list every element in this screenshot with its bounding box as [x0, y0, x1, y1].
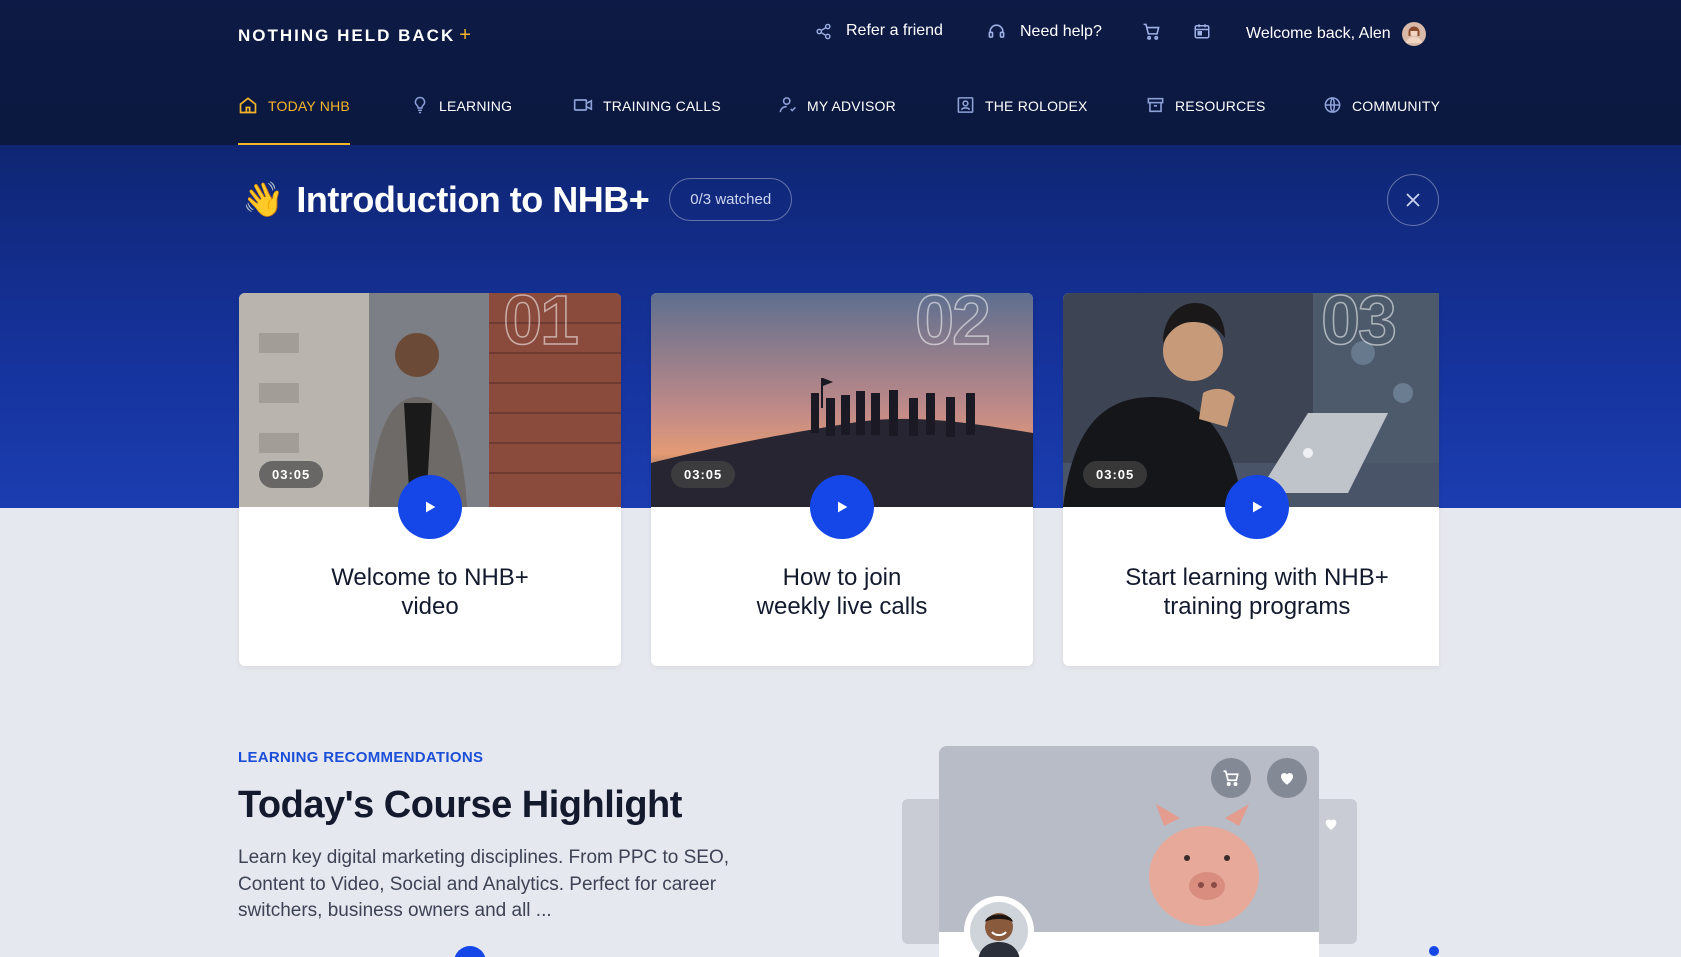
video-number: 01 [502, 293, 579, 359]
video-number: 02 [914, 293, 991, 359]
intro-title: Introduction to NHB+ [296, 178, 650, 220]
video-title-line: weekly live calls [756, 593, 928, 620]
play-button[interactable] [398, 475, 462, 539]
video-title-line: video [401, 593, 459, 620]
box-icon [1147, 97, 1164, 113]
heart-icon [1325, 819, 1337, 830]
video-icon [573, 99, 593, 111]
contacts-icon [957, 97, 974, 113]
watched-badge: 0/3 watched [669, 178, 793, 221]
globe-icon [1324, 97, 1341, 113]
video-card-3[interactable]: 03 03:05 Start learning with NHB+ trainin… [1063, 293, 1439, 666]
heart-icon [1280, 772, 1294, 785]
tab-label: MY ADVISOR [807, 98, 896, 114]
close-icon [1406, 193, 1420, 207]
video-duration: 03:05 [1083, 461, 1148, 488]
wave-emoji: 👋 [242, 180, 285, 219]
brand-plus: + [459, 24, 473, 46]
close-button[interactable] [1387, 174, 1439, 226]
main-nav: TODAY NHB LEARNING TRAINING CALLS MY ADV… [238, 88, 1440, 145]
calendar-button[interactable] [1193, 22, 1225, 40]
video-number: 03 [1320, 293, 1397, 359]
tab-resources[interactable]: RESOURCES [1146, 88, 1265, 145]
cart-icon [1143, 23, 1160, 40]
tab-label: TRAINING CALLS [603, 98, 721, 114]
tab-label: THE ROLODEX [985, 98, 1088, 114]
tab-community[interactable]: COMMUNITY [1323, 88, 1440, 145]
carousel-indicator[interactable] [1429, 946, 1439, 956]
favorite-button[interactable] [1267, 758, 1307, 798]
help-link[interactable]: Need help? [987, 22, 1102, 41]
bulb-icon [414, 96, 426, 114]
video-title-line: Start learning with NHB+ [1125, 564, 1389, 591]
share-icon [816, 23, 831, 39]
refer-label: Refer a friend [846, 22, 943, 39]
play-icon [838, 501, 848, 513]
video-duration: 03:05 [671, 461, 736, 488]
tab-label: RESOURCES [1175, 98, 1266, 114]
tab-my-advisor[interactable]: MY ADVISOR [778, 88, 896, 145]
tab-learning[interactable]: LEARNING [411, 88, 512, 145]
instructor-avatar [964, 896, 1034, 957]
refer-friend-link[interactable]: Refer a friend [815, 22, 943, 40]
more-button[interactable] [454, 946, 486, 957]
avatar [1401, 22, 1426, 46]
brand-logo[interactable]: NOTHING HELD BACK + [238, 24, 473, 47]
tab-today-nhb[interactable]: TODAY NHB [238, 88, 350, 145]
person-icon [779, 97, 796, 113]
section-eyebrow: LEARNING RECOMMENDATIONS [238, 749, 484, 766]
calendar-icon [1194, 24, 1210, 39]
user-menu[interactable]: Welcome back, Alen [1246, 22, 1440, 46]
welcome-label: Welcome back, Alen [1246, 25, 1391, 42]
avatar [970, 902, 1028, 957]
section-title: Today's Course Highlight [238, 784, 682, 826]
tab-label: COMMUNITY [1352, 98, 1441, 114]
video-title-line: Welcome to NHB+ [331, 564, 529, 591]
video-title: Welcome to NHB+ video [239, 563, 621, 621]
video-title: How to join weekly live calls [651, 563, 1033, 621]
top-header: NOTHING HELD BACK + Refer a friend Need h… [0, 0, 1681, 145]
play-icon [1253, 501, 1263, 513]
play-button[interactable] [1225, 475, 1289, 539]
video-duration: 03:05 [259, 461, 324, 488]
video-title: Start learning with NHB+ training program… [1069, 563, 1439, 621]
tab-the-rolodex[interactable]: THE ROLODEX [956, 88, 1088, 145]
headset-icon [988, 24, 1005, 38]
play-icon [426, 501, 436, 513]
intro-header: 👋 Introduction to NHB+ 0/3 watched [242, 178, 793, 221]
video-title-line: training programs [1163, 593, 1351, 620]
cart-icon [1223, 770, 1239, 786]
tab-training-calls[interactable]: TRAINING CALLS [573, 88, 721, 145]
cart-button[interactable] [1142, 22, 1175, 41]
home-icon [239, 97, 257, 114]
brand-name: NOTHING HELD BACK [238, 26, 456, 45]
add-to-cart-button[interactable] [1211, 758, 1251, 798]
help-label: Need help? [1020, 22, 1102, 40]
video-title-line: How to join [782, 564, 902, 591]
section-description: Learn key digital marketing disciplines.… [238, 847, 730, 921]
tab-label: LEARNING [439, 98, 513, 114]
video-card-2[interactable]: 02 03:05 How to join weekly live calls [651, 293, 1033, 666]
video-card-1[interactable]: 01 03:05 Welcome to NHB+ video [239, 293, 621, 666]
play-button[interactable] [810, 475, 874, 539]
tab-label: TODAY NHB [268, 98, 350, 114]
